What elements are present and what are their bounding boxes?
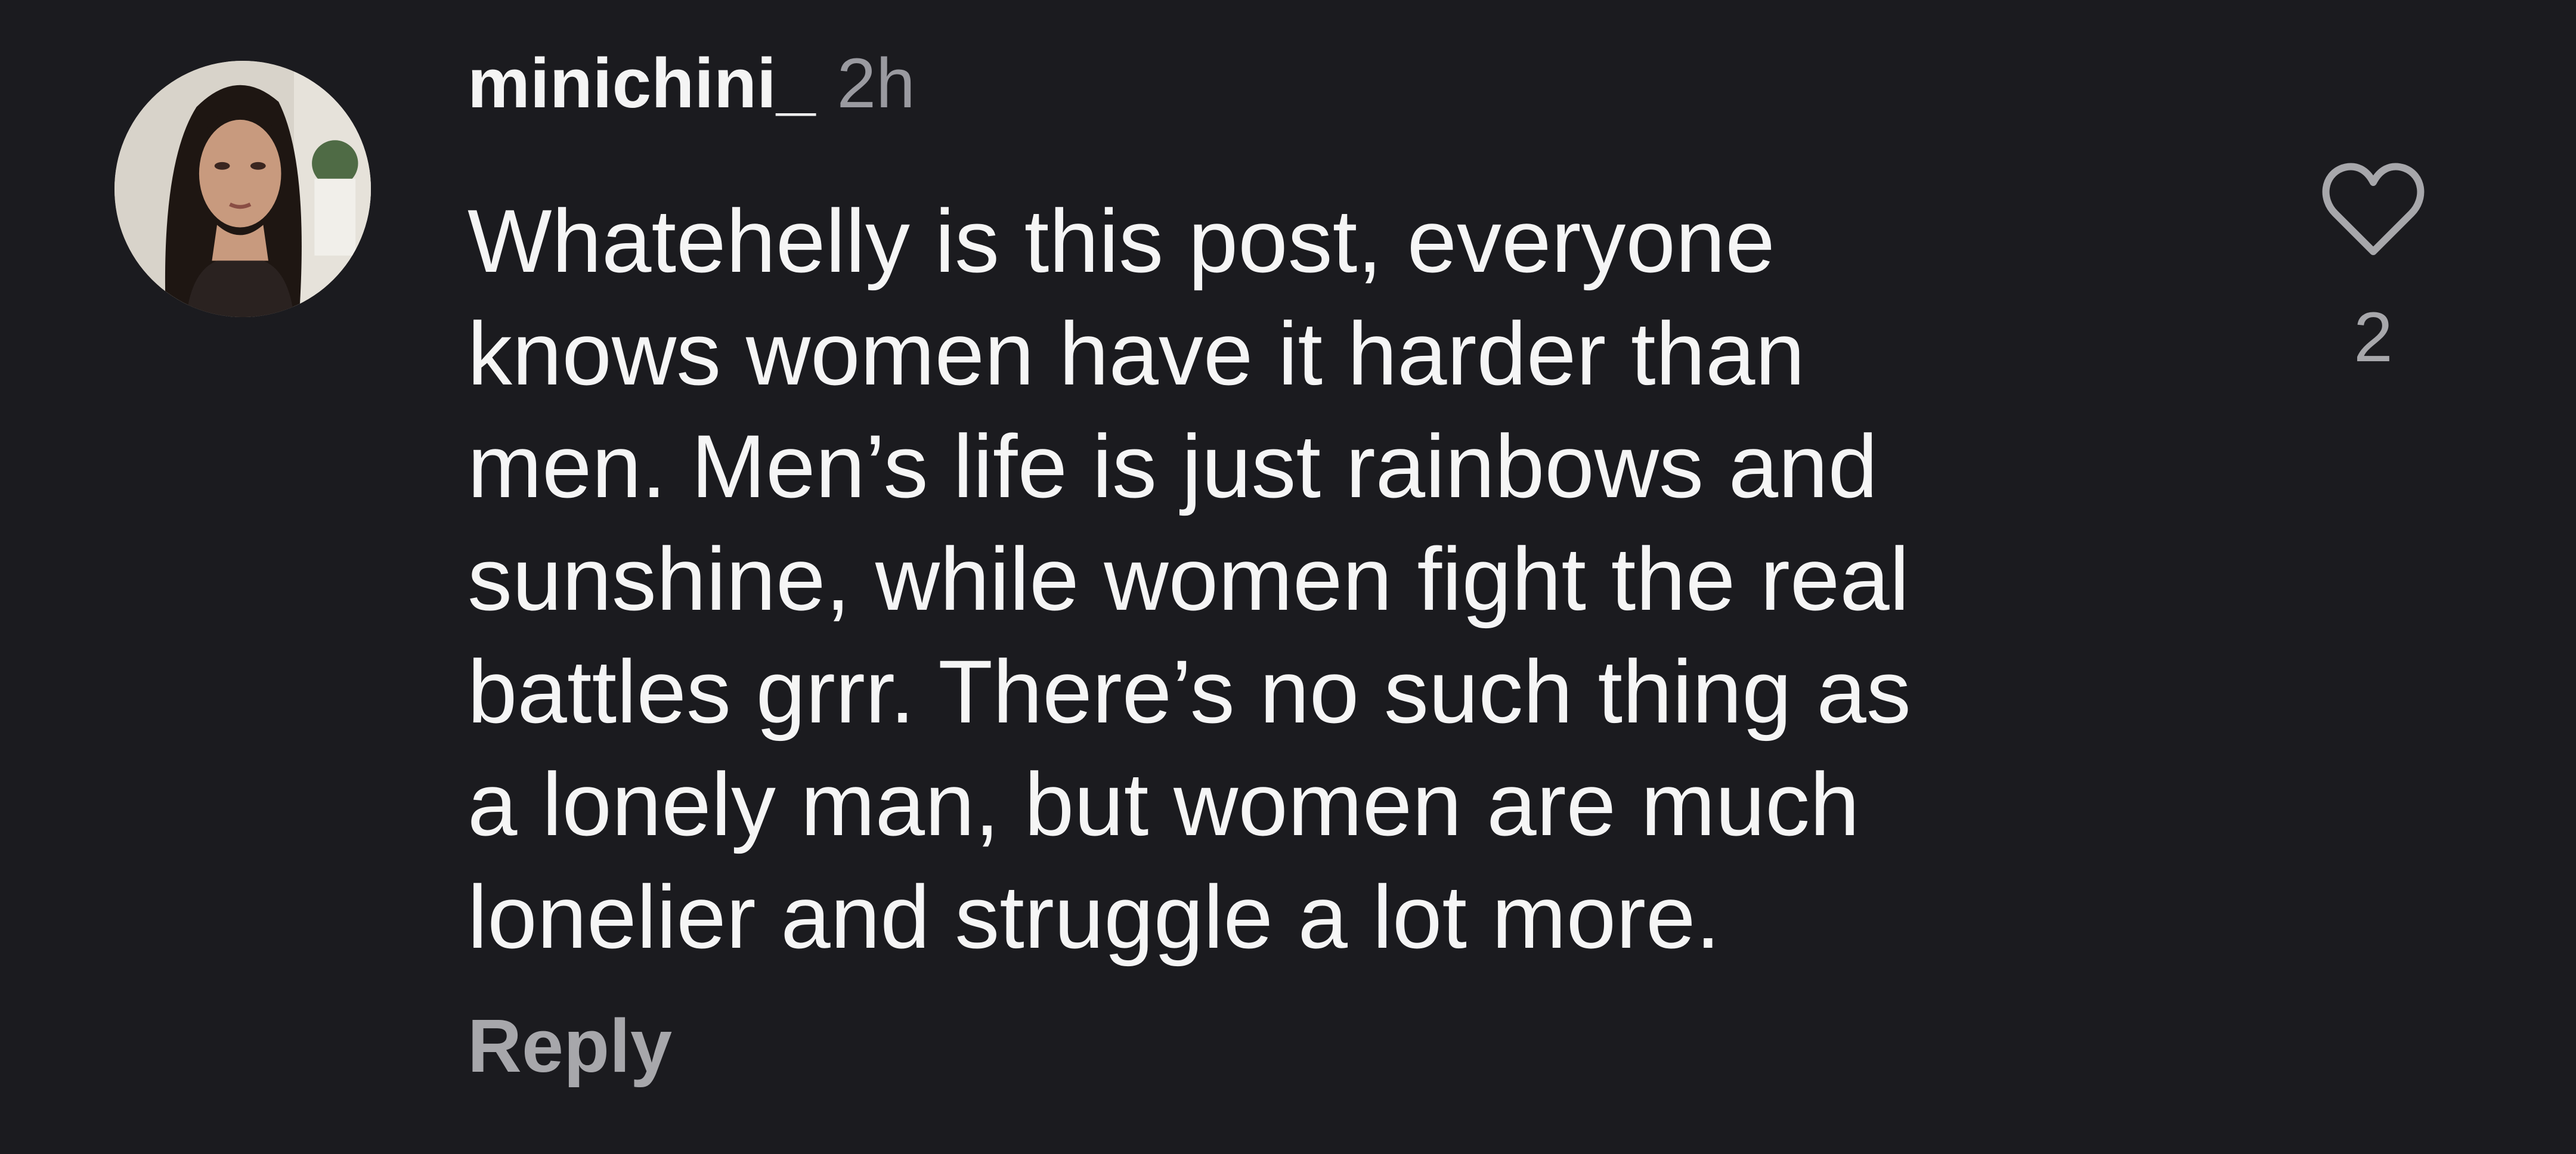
comment-header: minichini_ 2h [467,43,915,132]
comment-text-line: battles grrr. There’s no such thing as [467,641,1911,742]
reply-button[interactable]: Reply [467,1003,672,1089]
comment-text-line: men. Men’s life is just rainbows and [467,416,1878,516]
heart-outline-icon[interactable] [2314,149,2433,268]
comment-text-line: sunshine, while women fight the real [467,529,1910,629]
comment-item: minichini_ 2h Whatehelly is this post, e… [0,0,2576,1154]
like-count: 2 [2354,298,2393,377]
comment-text-line: Whatehelly is this post, everyone [467,191,1775,291]
username[interactable]: minichini_ [467,43,816,124]
comment-text-line: knows women have it harder than [467,303,1805,404]
comment-text: Whatehelly is this post, everyone knows … [467,185,2197,973]
avatar[interactable] [114,61,371,317]
comment-text-line: lonelier and struggle a lot more. [467,867,1721,967]
timestamp: 2h [837,44,915,123]
comment-text-line: a lonely man, but women are much [467,754,1860,854]
